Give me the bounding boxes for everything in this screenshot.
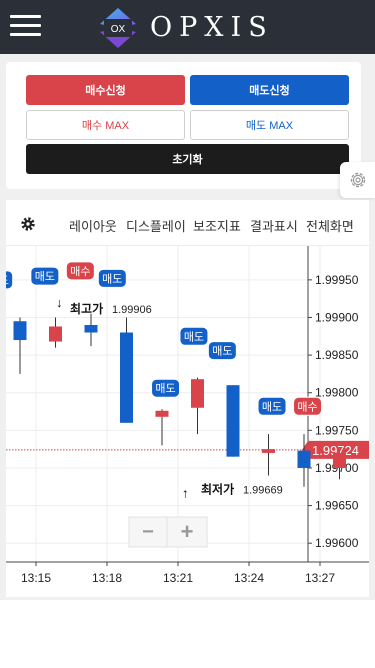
layout-menu[interactable]: 레이아웃 [69,216,117,235]
sell-marker: 매도 [151,378,181,398]
y-tick-label: 1.99800 [315,386,359,400]
candle-body [297,450,311,468]
candle-body [333,452,346,468]
candle [120,317,133,423]
candle [226,385,240,457]
chart-panel: 레이아웃 디스플레이 보조지표 결과표시 전체화면 1.99950 1.99900… [6,200,369,597]
candle-body [84,325,98,333]
chart-toolbar: 레이아웃 디스플레이 보조지표 결과표시 전체화면 [6,200,369,246]
marker-label: 매도 [184,330,204,343]
candle-body [226,385,240,457]
sell-marker: 매도 [30,266,60,286]
candle [191,377,204,435]
candle-body [49,326,62,342]
sell-marker: 매도 [179,326,209,346]
display-menu[interactable]: 디스플레이 [126,216,186,235]
results-menu[interactable]: 결과표시 [250,216,298,235]
menu-icon[interactable] [10,15,41,39]
candle [262,434,275,476]
order-panel: 매수신청 매도신청 매수 MAX 매도 MAX 초기화 [6,62,361,189]
low-label: 최저가 [201,481,234,496]
x-tick-label: 13:21 [163,571,193,585]
marker-label: 매도 [102,272,122,285]
candle-body [13,321,27,341]
sell-max-button[interactable]: 매도 MAX [190,110,349,140]
high-value: 1.99906 [112,304,152,316]
x-tick-label: 13:15 [21,571,51,585]
high-arrow-icon: ↓ [56,295,63,310]
candle-body [155,410,169,417]
app-header: OX OPXIS [0,0,375,54]
x-tick-label: 13:18 [92,571,122,585]
settings-tab[interactable] [340,162,375,198]
buy-marker: 매수 [65,261,95,281]
sell-marker: 매도 [6,270,14,290]
marker-label: 매도 [212,345,232,358]
marker-label: 매도 [35,270,55,283]
marker-label: 매도 [262,400,282,413]
zoom-out-icon: − [142,521,154,543]
high-label: 최고가 [70,301,103,316]
logo-text: OPXIS [150,12,274,43]
page-bottom [0,600,375,668]
buy-marker: 매수 [293,396,323,416]
sell-marker: 매도 [207,341,237,361]
y-tick-label: 1.99850 [315,348,359,362]
x-tick-label: 13:27 [305,571,335,585]
sell-marker: 매도 [257,396,287,416]
marker-label: 매수 [70,265,90,278]
gear-icon [350,172,365,188]
low-value: 1.99669 [243,484,283,496]
candle [49,317,62,348]
logo-mark-icon: OX [100,8,136,48]
sell-marker: 매도 [97,268,127,288]
chart-settings-icon[interactable] [20,216,36,232]
candlestick-chart[interactable]: 1.999501.999001.998501.998001.997501.997… [6,246,369,597]
app-screen: OX OPXIS 매수신청 매도신청 매수 MAX 매도 MAX 초기화 레이아… [0,0,375,668]
sell-button[interactable]: 매도신청 [190,75,349,105]
candle [84,313,98,347]
logo: OX OPXIS [96,6,286,50]
y-tick-label: 1.99750 [315,423,359,437]
fullscreen-menu[interactable]: 전체화면 [306,216,354,235]
buy-button[interactable]: 매수신청 [26,75,185,105]
candle [333,452,346,480]
svg-text:OX: OX [111,24,126,35]
marker-label: 매수 [297,400,317,413]
zoom-in-icon: + [181,519,194,544]
marker-label: 매도 [6,274,9,287]
zoom-controls: − + [128,516,208,548]
y-tick-label: 1.99950 [315,273,359,287]
y-tick-label: 1.99650 [315,499,359,513]
low-arrow-icon: ↑ [182,485,189,500]
candle [155,409,169,446]
x-tick-label: 13:24 [234,571,264,585]
reset-button[interactable]: 초기화 [26,144,349,174]
indicators-menu[interactable]: 보조지표 [193,216,241,235]
buy-max-button[interactable]: 매수 MAX [26,110,185,140]
y-tick-label: 1.99900 [315,310,359,324]
candle-body [262,449,275,453]
candle [13,317,27,374]
y-tick-label: 1.99600 [315,536,359,550]
candle-body [191,379,204,408]
candle-body [120,332,133,423]
marker-label: 매도 [155,382,175,395]
